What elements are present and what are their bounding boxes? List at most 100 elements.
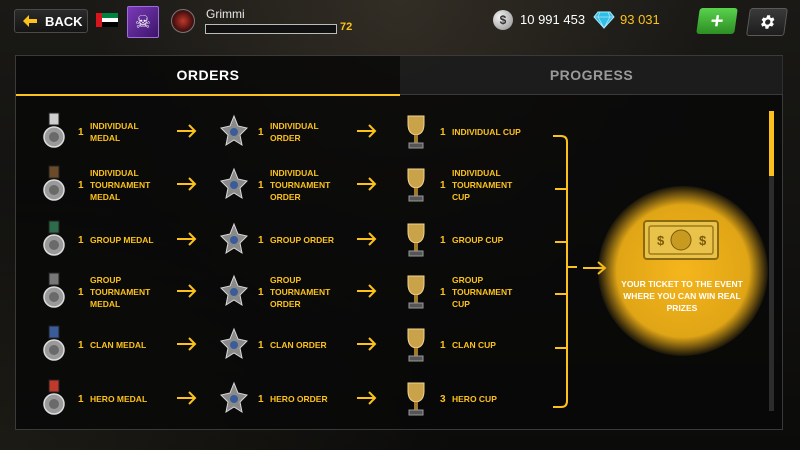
medal-icon bbox=[40, 325, 68, 365]
order-icon bbox=[220, 272, 248, 312]
reward-description: YOUR TICKET TO THE EVENT WHERE YOU CAN W… bbox=[621, 279, 743, 313]
event-ticket-icon: $ $ bbox=[643, 220, 719, 260]
silver-coin-icon: $ bbox=[493, 10, 513, 30]
medal-quantity: 1 bbox=[78, 286, 84, 298]
cup-quantity: 1 bbox=[440, 234, 446, 246]
order-item[interactable]: 1 GROUP TOURNAMENT ORDER bbox=[220, 268, 348, 316]
arrow-right-icon bbox=[357, 391, 377, 405]
back-label: BACK bbox=[45, 13, 83, 29]
order-quantity: 1 bbox=[258, 234, 264, 246]
medal-quantity: 1 bbox=[78, 339, 84, 351]
order-name: HERO ORDER bbox=[270, 394, 328, 404]
cup-icon bbox=[402, 325, 430, 365]
medal-icon bbox=[40, 272, 68, 312]
back-button[interactable]: BACK bbox=[14, 9, 88, 33]
cup-icon bbox=[402, 165, 430, 205]
order-icon bbox=[220, 325, 248, 365]
tab-orders[interactable]: ORDERS bbox=[16, 56, 400, 96]
medal-item[interactable]: 1 GROUP TOURNAMENT MEDAL bbox=[40, 268, 168, 316]
cup-quantity: 1 bbox=[440, 286, 446, 298]
medal-quantity: 1 bbox=[78, 234, 84, 246]
arrow-right-icon bbox=[177, 232, 197, 246]
cup-icon bbox=[402, 112, 430, 152]
arrow-right-icon bbox=[177, 177, 197, 191]
medal-item[interactable]: 1 INDIVIDUAL MEDAL bbox=[40, 108, 168, 156]
medal-name: CLAN MEDAL bbox=[90, 340, 147, 350]
order-quantity: 1 bbox=[258, 339, 264, 351]
order-item[interactable]: 1 GROUP ORDER bbox=[220, 216, 348, 264]
cup-item[interactable]: 1 INDIVIDUAL TOURNAMENT CUP bbox=[402, 161, 530, 209]
order-name: GROUP ORDER bbox=[270, 235, 335, 245]
arrow-right-icon bbox=[357, 177, 377, 191]
arrow-right-icon bbox=[177, 284, 197, 298]
medal-name: INDIVIDUAL MEDAL bbox=[90, 121, 139, 143]
cup-item[interactable]: 1 CLAN CUP bbox=[402, 321, 530, 369]
cup-item[interactable]: 3 HERO CUP bbox=[402, 375, 530, 423]
svg-text:$: $ bbox=[657, 233, 665, 248]
order-chain-row: 1 INDIVIDUAL TOURNAMENT MEDAL 1 INDIVIDU… bbox=[16, 161, 576, 209]
scrollbar[interactable] bbox=[769, 111, 774, 411]
order-chain-row: 1 INDIVIDUAL MEDAL 1 INDIVIDUAL ORDER 1 … bbox=[16, 108, 576, 156]
add-currency-button[interactable]: + bbox=[696, 8, 738, 34]
cup-name: CLAN CUP bbox=[452, 340, 496, 350]
order-quantity: 1 bbox=[258, 393, 264, 405]
order-icon bbox=[220, 112, 248, 152]
cup-name: GROUP CUP bbox=[452, 235, 504, 245]
cup-quantity: 1 bbox=[440, 179, 446, 191]
tab-bar: ORDERS PROGRESS bbox=[16, 56, 783, 96]
player-avatar[interactable]: ☠ bbox=[127, 6, 159, 38]
bracket-connector bbox=[553, 135, 577, 408]
tab-progress[interactable]: PROGRESS bbox=[400, 56, 783, 94]
cup-quantity: 3 bbox=[440, 393, 446, 405]
plus-icon: + bbox=[708, 8, 726, 33]
medal-item[interactable]: 1 HERO MEDAL bbox=[40, 375, 168, 423]
order-item[interactable]: 1 INDIVIDUAL ORDER bbox=[220, 108, 348, 156]
medal-icon bbox=[40, 220, 68, 260]
order-quantity: 1 bbox=[258, 179, 264, 191]
order-item[interactable]: 1 CLAN ORDER bbox=[220, 321, 348, 369]
medal-icon bbox=[40, 379, 68, 419]
order-icon bbox=[220, 220, 248, 260]
order-quantity: 1 bbox=[258, 126, 264, 138]
order-name: INDIVIDUAL TOURNAMENT ORDER bbox=[270, 168, 331, 202]
arrow-left-icon bbox=[23, 15, 37, 27]
cup-name: INDIVIDUAL CUP bbox=[452, 127, 521, 137]
cup-item[interactable]: 1 GROUP CUP bbox=[402, 216, 530, 264]
cup-name: GROUP TOURNAMENT CUP bbox=[452, 275, 513, 309]
gear-icon bbox=[761, 15, 775, 29]
order-item[interactable]: 1 HERO ORDER bbox=[220, 375, 348, 423]
medal-name: GROUP TOURNAMENT MEDAL bbox=[90, 275, 151, 309]
player-name: Grimmi bbox=[206, 7, 245, 21]
cup-name: INDIVIDUAL TOURNAMENT CUP bbox=[452, 168, 513, 202]
cup-item[interactable]: 1 INDIVIDUAL CUP bbox=[402, 108, 530, 156]
order-quantity: 1 bbox=[258, 286, 264, 298]
medal-name: INDIVIDUAL TOURNAMENT MEDAL bbox=[90, 168, 151, 202]
order-chain-row: 1 HERO MEDAL 1 HERO ORDER 3 HERO CUP bbox=[16, 375, 576, 423]
xp-progress-bar bbox=[205, 24, 337, 34]
svg-text:$: $ bbox=[699, 233, 707, 248]
medal-quantity: 1 bbox=[78, 126, 84, 138]
medal-item[interactable]: 1 CLAN MEDAL bbox=[40, 321, 168, 369]
cup-icon bbox=[402, 272, 430, 312]
cup-icon bbox=[402, 379, 430, 419]
medal-quantity: 1 bbox=[78, 179, 84, 191]
settings-button[interactable] bbox=[746, 8, 788, 36]
order-name: INDIVIDUAL ORDER bbox=[270, 121, 319, 143]
orders-panel: ORDERS PROGRESS 1 INDIVIDUAL MEDAL 1 IND… bbox=[15, 55, 783, 430]
cup-quantity: 1 bbox=[440, 339, 446, 351]
arrow-right-icon bbox=[177, 391, 197, 405]
order-item[interactable]: 1 INDIVIDUAL TOURNAMENT ORDER bbox=[220, 161, 348, 209]
medal-icon bbox=[40, 165, 68, 205]
scroll-thumb[interactable] bbox=[769, 111, 774, 176]
medal-item[interactable]: 1 GROUP MEDAL bbox=[40, 216, 168, 264]
reward-glow bbox=[598, 186, 768, 356]
cup-icon bbox=[402, 220, 430, 260]
medal-item[interactable]: 1 INDIVIDUAL TOURNAMENT MEDAL bbox=[40, 161, 168, 209]
gem-balance: 93 031 bbox=[620, 12, 660, 27]
order-name: CLAN ORDER bbox=[270, 340, 327, 350]
cup-item[interactable]: 1 GROUP TOURNAMENT CUP bbox=[402, 268, 530, 316]
order-chain-row: 1 CLAN MEDAL 1 CLAN ORDER 1 CLAN CUP bbox=[16, 321, 576, 369]
medal-name: GROUP MEDAL bbox=[90, 235, 154, 245]
order-icon bbox=[220, 379, 248, 419]
silver-balance: 10 991 453 bbox=[520, 12, 586, 27]
